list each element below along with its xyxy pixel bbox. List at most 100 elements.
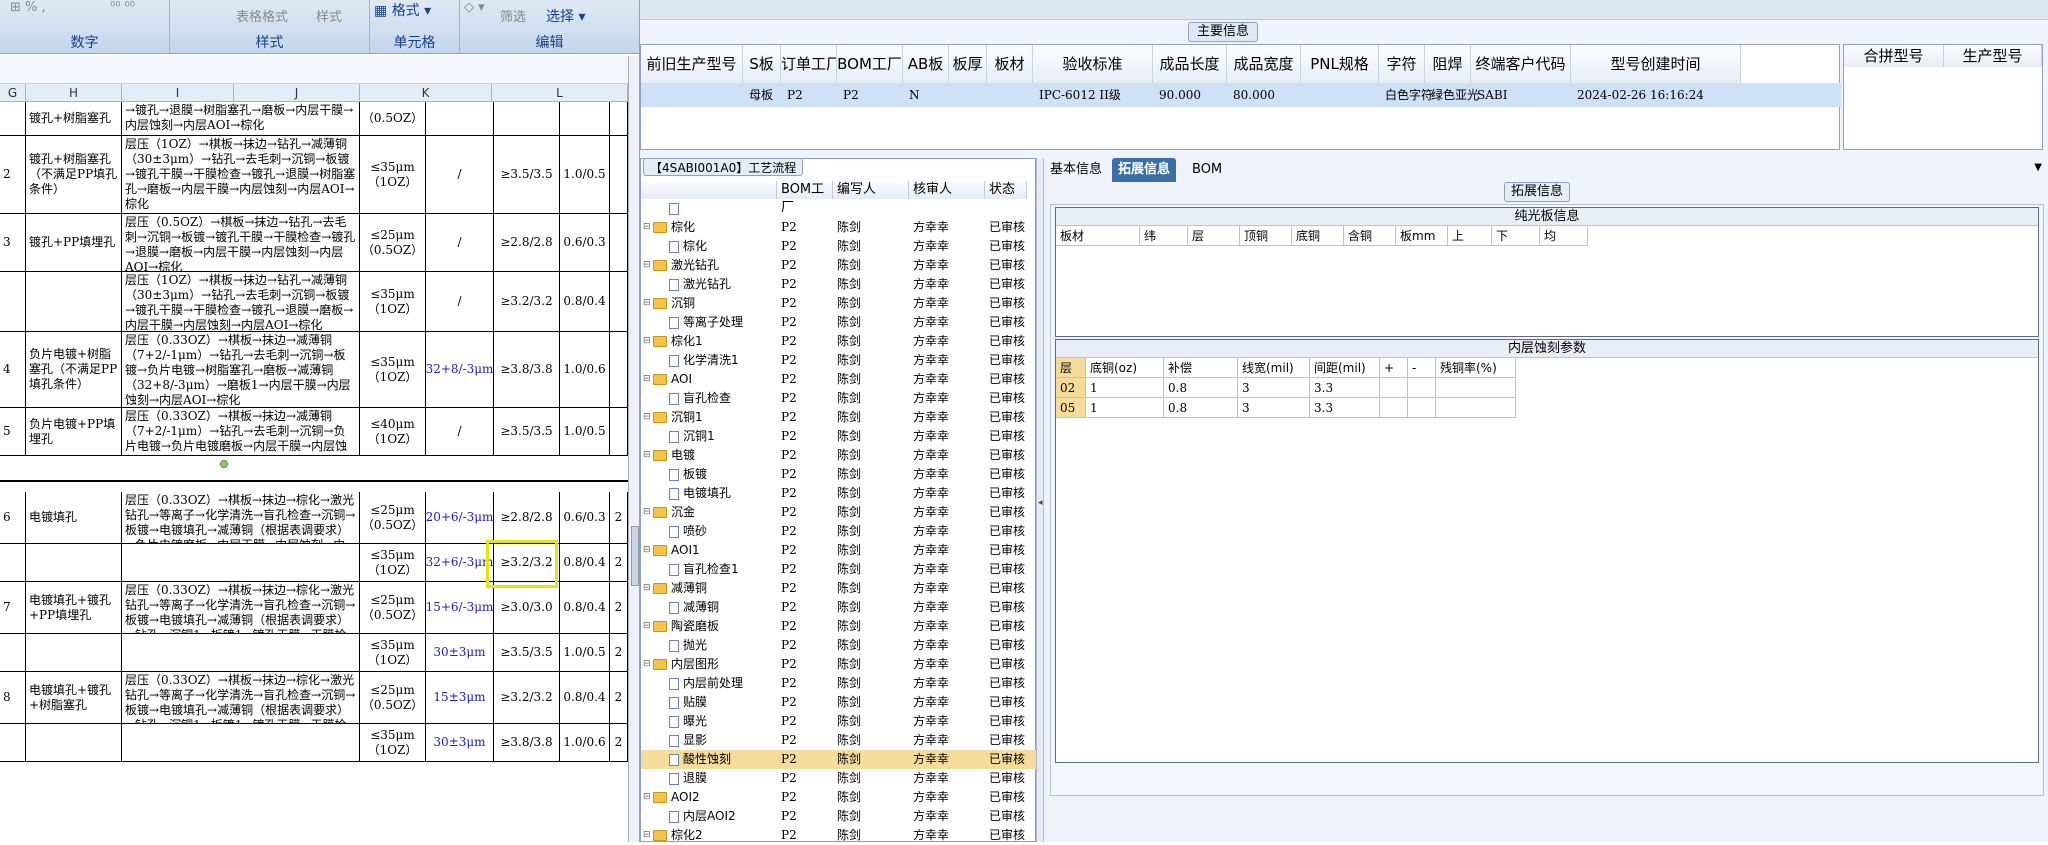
sheet-cell[interactable]: 1.0/0.5 (560, 634, 610, 671)
column-header[interactable]: K (360, 84, 492, 102)
sheet-cell[interactable] (122, 724, 360, 761)
sheet-cell[interactable]: 15±3μm (426, 672, 494, 723)
sheet-cell[interactable]: 32+8/-3μm (426, 332, 494, 407)
sheet-cell[interactable]: 1.0/0.5 (560, 136, 610, 213)
tree-expand-icon[interactable]: ⊟ (643, 256, 651, 275)
sheet-cell[interactable]: 0.8/0.4 (560, 672, 610, 723)
sheet-cell[interactable]: ≤40μm（1OZ） (360, 408, 426, 455)
main-info-grid[interactable]: 前旧生产型号 S板 订单工厂 BOM工厂 AB板 板厚 板材 验收标准 成品长度 成品宽度 PNL规… (640, 44, 1841, 193)
sheet-cell[interactable]: 层压（0.33OZ）→棋板→抹边→减薄铜（7+2/-1μm）→钻孔→去毛刺→沉铜… (122, 332, 360, 407)
tree-expand-icon[interactable]: ⊟ (643, 446, 651, 465)
inner-etch-cell[interactable]: 0.8 (1164, 398, 1238, 418)
main-info-header[interactable]: 型号创建时间 (1571, 45, 1741, 83)
inner-etch-cell[interactable]: 3 (1238, 378, 1310, 398)
tab-extended-info[interactable]: 拓展信息 (1112, 158, 1177, 182)
sheet-cell[interactable]: 层压（1OZ）→棋板→抹边→钻孔→减薄铜（30±3μm）→钻孔→去毛刺→沉铜→板… (122, 272, 360, 331)
sheet-cell[interactable]: ≥3.8/3.8 (494, 332, 560, 407)
process-row[interactable]: ⊟ 减薄铜 P2 陈剑 方幸幸 已审核 (641, 579, 1037, 598)
process-row[interactable]: ⊟ 沉铜 P2 陈剑 方幸幸 已审核 (641, 294, 1037, 313)
main-info-header[interactable]: 板厚 (949, 45, 987, 83)
tree-expand-icon[interactable]: ⊟ (643, 218, 651, 237)
sheet-row[interactable]: 3 镀孔+PP填埋孔 层压（0.5OZ）→棋板→抹边→钻孔→去毛刺→沉铜→板镀→镀孔… (0, 214, 628, 272)
sheet-cell[interactable]: 0.8/0.4 (560, 544, 610, 581)
process-row[interactable]: 退膜 P2 陈剑 方幸幸 已审核 (641, 769, 1037, 788)
inner-etch-cell[interactable]: 1 (1086, 378, 1164, 398)
sheet-cell[interactable]: ≤25μm（0.5OZ） (360, 582, 426, 633)
sheet-cell[interactable]: 电镀填孔 (26, 492, 122, 543)
sheet-cell[interactable]: 30±3μm (426, 634, 494, 671)
sheet-cell[interactable]: 2 (610, 492, 628, 543)
process-row[interactable]: 内层AOI2 P2 陈剑 方幸幸 已审核 (641, 807, 1037, 826)
sheet-row[interactable]: 8 电镀填孔+镀孔+树脂塞孔 层压（0.33OZ）→棋板→抹边→棕化→激光钻孔→等离… (0, 672, 628, 724)
sheet-row[interactable]: ≤35μm（1OZ） 30±3μm ≥3.8/3.8 1.0/0.6 2 (0, 724, 628, 762)
sheet-cell[interactable] (0, 272, 26, 331)
sheet-cell[interactable]: 镀孔+PP填埋孔 (26, 214, 122, 271)
scroll-thumb[interactable] (631, 526, 639, 586)
tree-expand-icon[interactable]: ⊟ (643, 408, 651, 427)
process-row[interactable]: 盲孔检查1 P2 陈剑 方幸幸 已审核 (641, 560, 1037, 579)
sheet-cell[interactable]: ≥3.2/3.2 (494, 272, 560, 331)
shape-handle-icon[interactable] (220, 460, 228, 468)
inner-etch-cell[interactable] (1380, 378, 1408, 398)
main-info-cell[interactable]: 绿色亚光 (1431, 83, 1479, 107)
sheet-cell[interactable] (610, 332, 628, 407)
tree-expand-icon[interactable]: ⊟ (643, 503, 651, 522)
process-row[interactable]: 棕化 P2 陈剑 方幸幸 已审核 (641, 237, 1037, 256)
tree-expand-icon[interactable]: ⊟ (643, 541, 651, 560)
process-row[interactable]: ⊟ AOI1 P2 陈剑 方幸幸 已审核 (641, 541, 1037, 560)
sheet-cell[interactable]: / (426, 272, 494, 331)
sheet-row[interactable]: ≤35μm（1OZ） 30±3μm ≥3.5/3.5 1.0/0.5 2 (0, 634, 628, 672)
main-info-header[interactable]: 订单工厂 (781, 45, 837, 83)
sheet-cell[interactable]: 5 (0, 408, 26, 455)
main-info-cell[interactable] (993, 83, 1033, 107)
sheet-cell[interactable] (494, 102, 560, 135)
main-info-cell[interactable]: 80.000 (1233, 83, 1301, 107)
sheet-cell[interactable]: ≥2.8/2.8 (494, 492, 560, 543)
sheet-cell[interactable] (0, 634, 26, 671)
sheet-cell[interactable]: 32+6/-3μm (426, 544, 494, 581)
sheet-cell[interactable]: 层压（0.33OZ）→棋板→抹边→棕化→激光钻孔→等离子→化学清洗→盲孔检查→沉… (122, 672, 360, 723)
sheet-cell[interactable]: ≥3.0/3.0 (494, 582, 560, 633)
process-row[interactable]: ⊟ 沉金 P2 陈剑 方幸幸 已审核 (641, 503, 1037, 522)
sheet-row[interactable]: 6 电镀填孔 层压（0.33OZ）→棋板→抹边→棕化→激光钻孔→等离子→化学清洗→盲… (0, 492, 628, 544)
main-info-cell[interactable]: 2024-02-26 16:16:24 (1577, 83, 1741, 107)
sheet-cell[interactable]: 15+6/-3μm (426, 582, 494, 633)
inner-etch-cell[interactable] (1380, 398, 1408, 418)
main-info-row[interactable]: 母板 P2 P2 N IPC-6012 II级 90.000 80.000 白色字符 绿色亚光 S… (641, 83, 1841, 107)
sheet-cell[interactable] (0, 544, 26, 581)
sheet-cell[interactable] (610, 102, 628, 135)
inner-etch-cell[interactable] (1436, 378, 1516, 398)
main-info-cell[interactable]: N (909, 83, 949, 107)
inner-etch-cell[interactable]: 05 (1056, 398, 1086, 418)
sheet-cell[interactable]: ≥3.5/3.5 (494, 408, 560, 455)
process-row[interactable]: 等离子处理 P2 陈剑 方幸幸 已审核 (641, 313, 1037, 332)
inner-etch-cell[interactable]: 0.8 (1164, 378, 1238, 398)
process-row[interactable]: ⊟ 内层图形 P2 陈剑 方幸幸 已审核 (641, 655, 1037, 674)
sheet-cell[interactable]: ≤25μm（0.5OZ） (360, 492, 426, 543)
main-info-cell[interactable]: P2 (787, 83, 837, 107)
process-row[interactable]: 曝光 P2 陈剑 方幸幸 已审核 (641, 712, 1037, 731)
process-row[interactable]: 减薄铜 P2 陈剑 方幸幸 已审核 (641, 598, 1037, 617)
process-row[interactable]: 显影 P2 陈剑 方幸幸 已审核 (641, 731, 1037, 750)
sheet-cell[interactable]: 6 (0, 492, 26, 543)
process-row[interactable]: 喷砂 P2 陈剑 方幸幸 已审核 (641, 522, 1037, 541)
main-info-header[interactable]: 字符 (1379, 45, 1425, 83)
inner-etch-cell[interactable]: 3.3 (1310, 378, 1380, 398)
tree-expand-icon[interactable]: ⊟ (643, 579, 651, 598)
sheet-cell[interactable]: ≤25μm（0.5OZ） (360, 672, 426, 723)
main-info-cell[interactable] (955, 83, 987, 107)
sheet-cell[interactable]: 7 (0, 582, 26, 633)
column-header[interactable]: L (492, 84, 628, 102)
sheet-cell[interactable]: ≤35μm（1OZ） (360, 724, 426, 761)
tree-expand-icon[interactable]: ⊟ (643, 370, 651, 389)
column-header[interactable]: H (26, 84, 122, 102)
sheet-cell[interactable]: 层压（1OZ）→棋板→抹边→钻孔→减薄铜（30±3μm）→钻孔→去毛刺→沉铜→板… (122, 136, 360, 213)
sheet-cell[interactable]: 2 (610, 544, 628, 581)
sheet-cell[interactable] (560, 102, 610, 135)
vertical-scrollbar[interactable] (628, 56, 639, 842)
sheet-cell[interactable]: ≥3.5/3.5 (494, 634, 560, 671)
merge-model-grid[interactable]: 合拼型号 生产型号 (1843, 44, 2043, 150)
process-row[interactable]: 盲孔检查 P2 陈剑 方幸幸 已审核 (641, 389, 1037, 408)
process-row[interactable]: 化学清洗1 P2 陈剑 方幸幸 已审核 (641, 351, 1037, 370)
cell-style-button[interactable]: 样式 (316, 6, 342, 25)
